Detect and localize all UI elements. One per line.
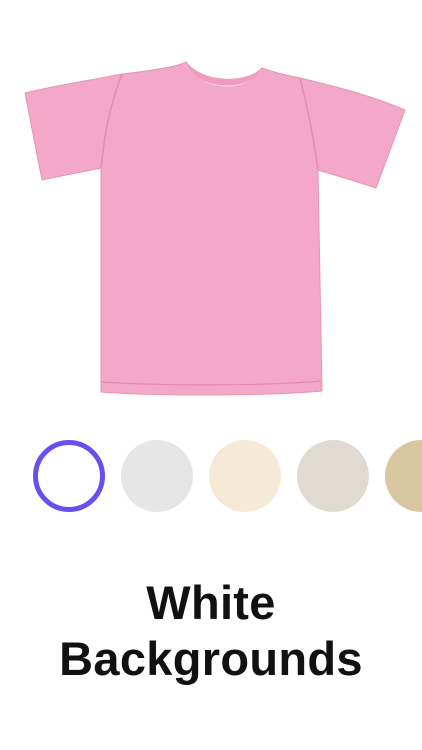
pink-tshirt-image	[24, 61, 406, 396]
headline-line-2: Backgrounds	[59, 632, 363, 685]
swatch-white[interactable]	[33, 440, 105, 512]
background-color-picker	[0, 438, 422, 514]
headline-line-1: White	[146, 576, 276, 629]
swatch-tan[interactable]	[385, 440, 422, 512]
swatch-warm-gray[interactable]	[297, 440, 369, 512]
headline: White Backgrounds	[0, 575, 422, 687]
tshirt-body	[24, 61, 406, 396]
product-image	[0, 0, 422, 410]
swatch-light-gray[interactable]	[121, 440, 193, 512]
swatch-cream[interactable]	[209, 440, 281, 512]
